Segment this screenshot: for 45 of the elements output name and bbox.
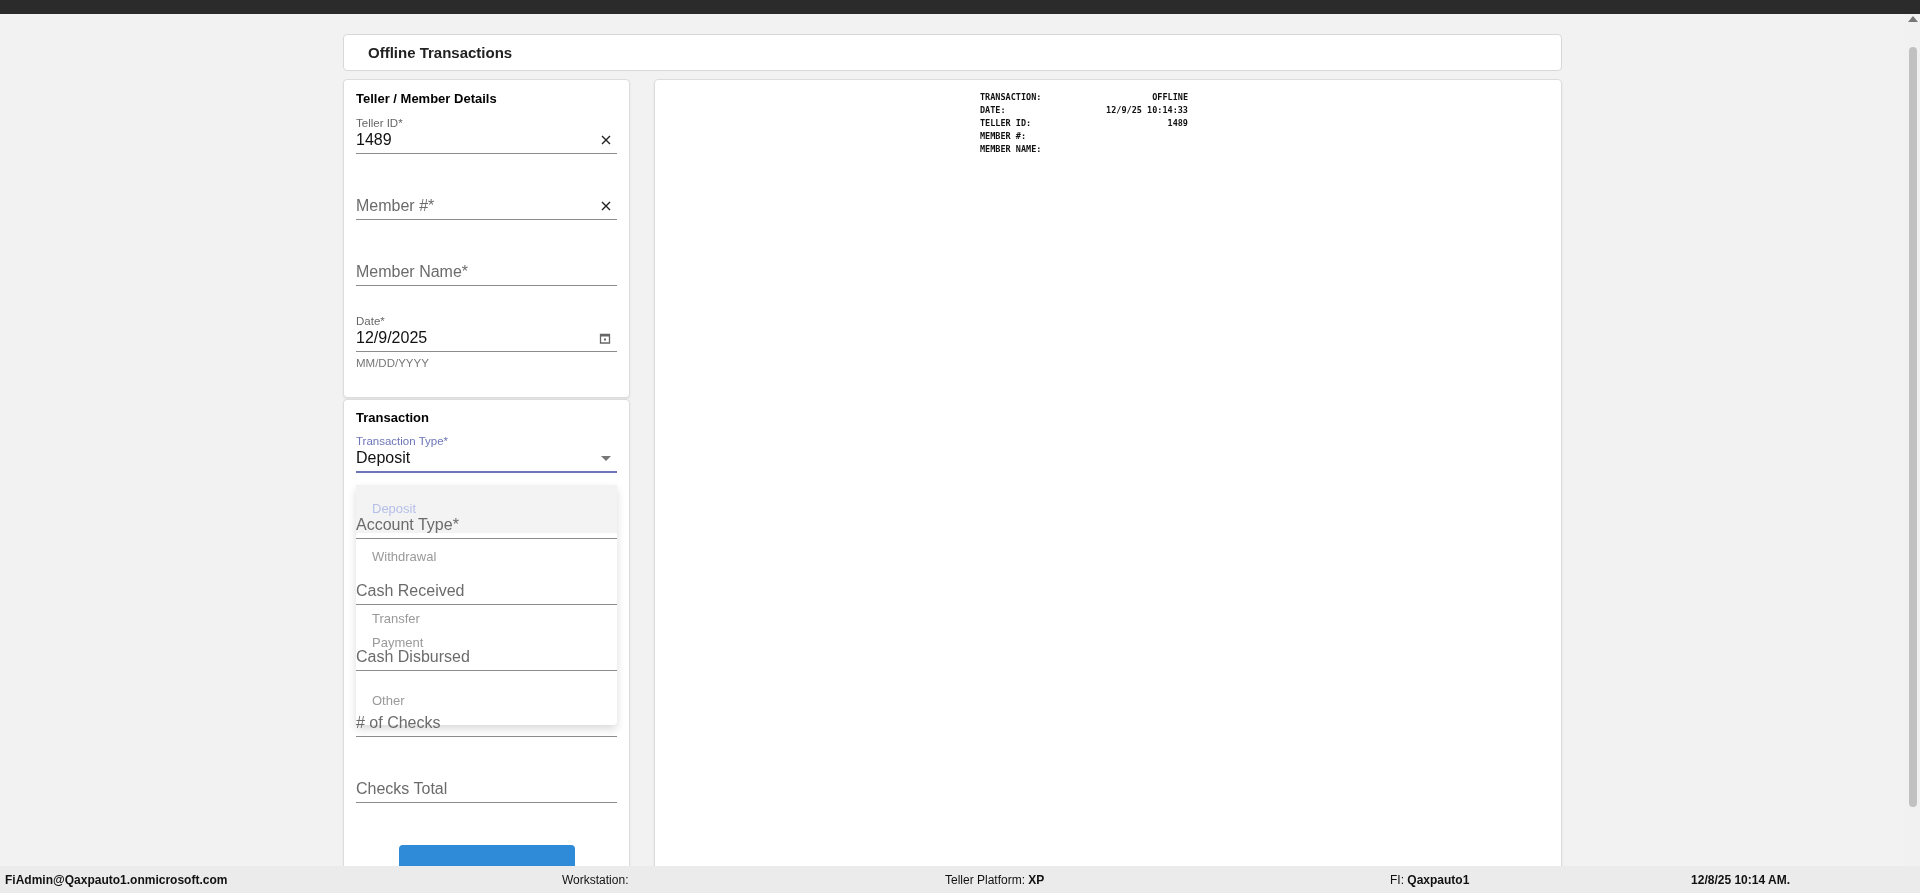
page-title: Offline Transactions [368, 44, 513, 61]
field-label: # of Checks [356, 713, 441, 733]
input-field[interactable]: Member #* [356, 174, 617, 220]
workstation-label: Workstation: [562, 872, 629, 887]
close-icon[interactable] [601, 135, 611, 145]
menu-option[interactable]: Payment [372, 635, 424, 650]
field-label: Account Type* [356, 516, 459, 535]
input-field[interactable]: Teller ID* 1489 [356, 108, 617, 154]
close-icon[interactable] [601, 201, 611, 211]
receipt-label: MEMBER NAME: [980, 143, 1042, 156]
receipt-value: 12/9/25 10:14:33 [1106, 104, 1188, 117]
field-value: 12/9/2025 [356, 328, 428, 348]
select-field[interactable]: Transaction Type* Deposit [356, 427, 617, 473]
receipt-label: TRANSACTION: [980, 91, 1042, 104]
input-field[interactable]: Member Name* [356, 240, 617, 286]
field-label: Cash Disbursed [356, 648, 470, 667]
section-title: Teller / Member Details [356, 91, 497, 107]
fi-text: FI: Qaxpauto1 [1390, 872, 1470, 887]
receipt-value: 1489 [1167, 117, 1188, 130]
caret-icon[interactable] [601, 455, 611, 461]
input-field[interactable]: Date* 12/9/2025 [356, 306, 617, 352]
input-field[interactable]: Checks Total [356, 757, 617, 803]
scrollbar-thumb[interactable] [1908, 47, 1917, 807]
field-label: Date* [356, 315, 385, 328]
receipt-value: OFFLINE [1152, 91, 1188, 104]
up-arrow-icon[interactable] [1907, 16, 1918, 22]
helper-text: MM/DD/YYYY [356, 357, 429, 369]
field-label: Member #* [356, 196, 435, 216]
receipt-label: DATE: [980, 104, 1006, 117]
user-email: FiAdmin@Qaxpauto1.onmicrosoft.com [5, 872, 228, 887]
platform-text: Teller Platform: XP [945, 872, 1045, 887]
field-label: Cash Received [356, 581, 465, 601]
field-value: Deposit [356, 448, 411, 468]
receipt-label: MEMBER #: [980, 130, 1027, 143]
calendar-icon[interactable] [599, 332, 611, 344]
menu-option[interactable]: Transfer [372, 611, 420, 626]
field-label: Teller ID* [356, 117, 403, 130]
field-label: Member Name* [356, 262, 469, 282]
field-value: 1489 [356, 130, 392, 150]
section-title: Transaction [356, 410, 429, 426]
field-label: Checks Total [356, 779, 448, 799]
menu-option[interactable]: Other [372, 693, 405, 708]
field-label: Transaction Type* [356, 435, 449, 448]
receipt-label: TELLER ID: [980, 117, 1032, 130]
status-time: 12/8/25 10:14 AM. [1691, 872, 1790, 887]
